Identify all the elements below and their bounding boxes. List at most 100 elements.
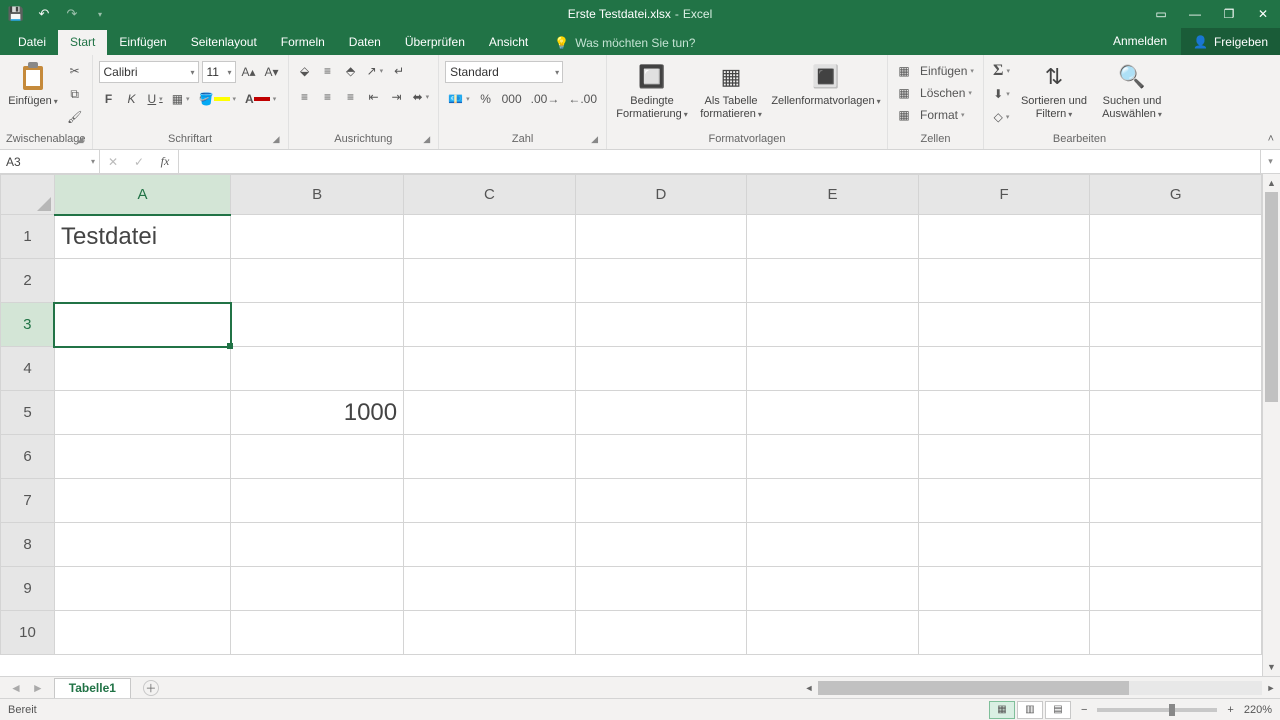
scroll-right-icon[interactable]: ► [1262, 683, 1280, 693]
scroll-down-icon[interactable]: ▼ [1263, 658, 1280, 676]
increase-font-button[interactable]: A▴ [239, 62, 259, 82]
row-header[interactable]: 3 [1, 303, 55, 347]
cell[interactable] [1090, 391, 1262, 435]
cell[interactable] [575, 523, 747, 567]
cell-styles-button[interactable]: 🔳 Zellenformatvorlagen▾ [771, 59, 881, 108]
row-header[interactable]: 2 [1, 259, 55, 303]
page-break-view-button[interactable]: ▤ [1045, 701, 1071, 719]
page-layout-view-button[interactable]: ▥ [1017, 701, 1043, 719]
comma-format-button[interactable]: 000 [499, 89, 525, 109]
cell[interactable] [1090, 479, 1262, 523]
cell[interactable] [575, 215, 747, 259]
cell[interactable] [54, 523, 230, 567]
horizontal-scrollbar[interactable]: ◄ ► [800, 677, 1280, 698]
dialog-launcher-icon[interactable]: ◢ [423, 134, 430, 145]
cell[interactable] [747, 479, 919, 523]
cell[interactable] [575, 479, 747, 523]
cell[interactable] [747, 303, 919, 347]
align-middle-button[interactable]: ≡ [318, 61, 338, 81]
font-family-combo[interactable]: Calibri▾ [99, 61, 199, 83]
cell[interactable] [747, 435, 919, 479]
cell[interactable] [54, 435, 230, 479]
cell[interactable] [575, 611, 747, 655]
row-header[interactable]: 9 [1, 567, 55, 611]
cell[interactable] [1090, 259, 1262, 303]
share-button[interactable]: 👤 Freigeben [1181, 28, 1280, 55]
align-top-button[interactable]: ⬙ [295, 61, 315, 81]
cell[interactable] [54, 347, 230, 391]
tab-start[interactable]: Start [58, 30, 107, 55]
cell[interactable] [1090, 347, 1262, 391]
zoom-level[interactable]: 220% [1244, 704, 1272, 716]
row-header[interactable]: 8 [1, 523, 55, 567]
accept-formula-icon[interactable]: ✓ [126, 155, 152, 169]
cell[interactable] [404, 435, 576, 479]
cell[interactable] [747, 391, 919, 435]
cell[interactable] [231, 435, 404, 479]
cell[interactable] [404, 611, 576, 655]
spreadsheet-grid[interactable]: ABCDEFG1Testdatei23451000678910 [0, 174, 1262, 655]
font-size-combo[interactable]: 11▾ [202, 61, 236, 83]
cell[interactable] [231, 259, 404, 303]
font-color-button[interactable]: A [242, 89, 279, 109]
align-bottom-button[interactable]: ⬘ [341, 61, 361, 81]
scroll-left-icon[interactable]: ◄ [800, 683, 818, 693]
cell[interactable] [918, 611, 1090, 655]
cell[interactable] [747, 523, 919, 567]
cell[interactable] [918, 435, 1090, 479]
vertical-scroll-thumb[interactable] [1265, 192, 1278, 402]
cell[interactable] [54, 611, 230, 655]
percent-format-button[interactable]: % [476, 89, 496, 109]
align-center-button[interactable]: ≡ [318, 87, 338, 107]
redo-icon[interactable]: ↷ [64, 6, 80, 22]
cell[interactable] [918, 259, 1090, 303]
cell[interactable] [575, 259, 747, 303]
name-box[interactable]: A3▾ [0, 150, 100, 173]
decrease-decimal-button[interactable]: ←.00 [565, 89, 600, 109]
tab-formeln[interactable]: Formeln [269, 30, 337, 55]
minimize-icon[interactable]: — [1178, 0, 1212, 28]
cell[interactable] [54, 303, 230, 347]
column-header[interactable]: A [54, 175, 230, 215]
cell[interactable] [231, 303, 404, 347]
cell[interactable] [918, 347, 1090, 391]
cell[interactable] [918, 479, 1090, 523]
cell[interactable] [54, 391, 230, 435]
fill-button[interactable]: ⬇ [990, 84, 1013, 104]
increase-indent-button[interactable]: ⇥ [387, 87, 407, 107]
delete-cells-button[interactable]: Löschen [917, 83, 977, 103]
scroll-up-icon[interactable]: ▲ [1263, 174, 1280, 192]
insert-cells-button[interactable]: Einfügen [917, 61, 977, 81]
maximize-icon[interactable]: ❐ [1212, 0, 1246, 28]
prev-sheet-icon[interactable]: ◄ [10, 681, 22, 695]
italic-button[interactable]: K [122, 89, 142, 109]
tab-ueberpruefen[interactable]: Überprüfen [393, 30, 477, 55]
dialog-launcher-icon[interactable]: ◢ [77, 134, 84, 145]
format-painter-button[interactable]: 🖌 [64, 107, 85, 127]
tab-einfuegen[interactable]: Einfügen [107, 30, 178, 55]
column-header[interactable]: F [918, 175, 1090, 215]
cell[interactable] [231, 567, 404, 611]
collapse-ribbon-icon[interactable]: ˄ [1268, 133, 1274, 145]
cell[interactable] [404, 303, 576, 347]
cell[interactable] [54, 479, 230, 523]
cell[interactable] [404, 479, 576, 523]
ribbon-display-options-icon[interactable]: ▭ [1144, 0, 1178, 28]
cell[interactable] [575, 391, 747, 435]
copy-button[interactable]: ⧉ [64, 84, 85, 104]
cell[interactable] [1090, 523, 1262, 567]
zoom-out-button[interactable]: − [1081, 704, 1087, 716]
cell[interactable] [918, 567, 1090, 611]
cell[interactable] [231, 611, 404, 655]
cell[interactable] [1090, 215, 1262, 259]
cell[interactable] [918, 391, 1090, 435]
cell[interactable] [404, 567, 576, 611]
cut-button[interactable]: ✂ [64, 61, 85, 81]
cell[interactable] [918, 215, 1090, 259]
row-header[interactable]: 6 [1, 435, 55, 479]
cell[interactable] [747, 611, 919, 655]
tab-daten[interactable]: Daten [337, 30, 393, 55]
column-header[interactable]: B [231, 175, 404, 215]
normal-view-button[interactable]: ▦ [989, 701, 1015, 719]
new-sheet-button[interactable]: ＋ [143, 680, 159, 696]
